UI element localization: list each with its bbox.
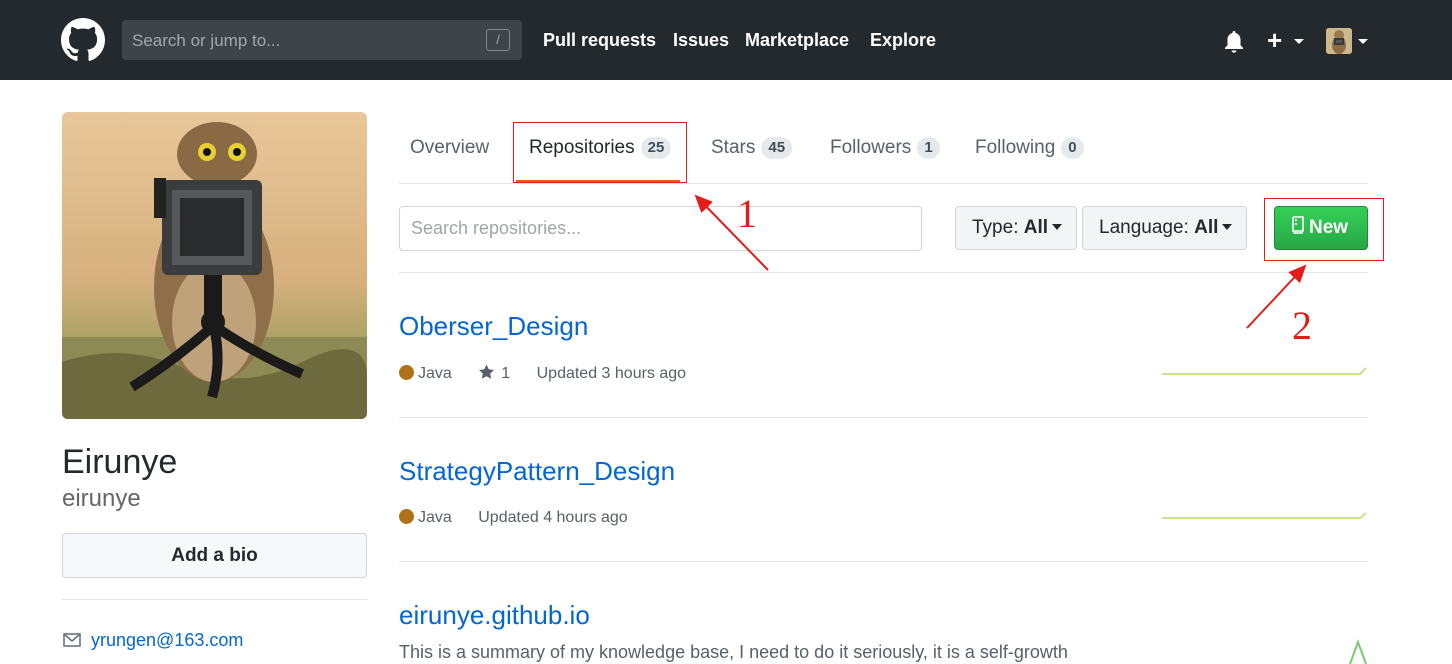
annotation-arrows [694,194,1307,329]
annotation-step-1: 1 [737,191,757,236]
annotation-step-2: 2 [1292,303,1312,348]
